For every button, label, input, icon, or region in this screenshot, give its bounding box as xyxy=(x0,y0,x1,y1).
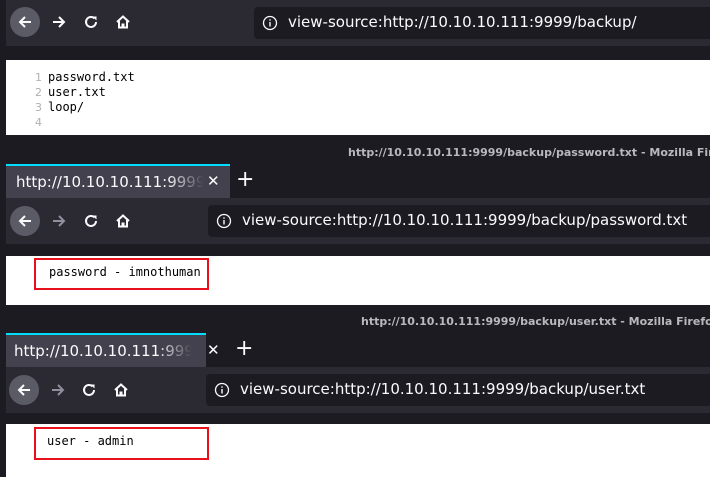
url-text[interactable]: view-source:http://10.10.10.111:9999/bac… xyxy=(288,13,637,31)
line-number: 1 xyxy=(35,71,42,84)
line-number: 2 xyxy=(35,86,42,99)
password-text: password - imnothuman xyxy=(49,265,201,279)
window-title: http://10.10.10.111:9999/backup/user.txt… xyxy=(361,315,710,328)
back-button[interactable] xyxy=(9,375,39,405)
tab-strip: http://10.10.10.111:9999/backup/user.txt… xyxy=(0,333,710,367)
back-button[interactable] xyxy=(10,206,40,236)
forward-button[interactable] xyxy=(44,7,74,37)
tab-close-button[interactable]: ✕ xyxy=(207,169,220,193)
active-tab[interactable]: http://10.10.10.111:9999/backup/user.txt xyxy=(6,333,206,367)
url-bar[interactable]: view-source:http://10.10.10.111:9999/bac… xyxy=(208,205,710,237)
url-bar[interactable]: view-source:http://10.10.10.111:9999/bac… xyxy=(206,374,710,406)
source-line-link[interactable]: loop/ xyxy=(48,100,84,115)
window-edge xyxy=(0,0,6,135)
arrow-right-icon xyxy=(52,384,65,396)
new-tab-button[interactable]: + xyxy=(235,337,253,361)
source-line-link[interactable]: user.txt xyxy=(48,85,106,100)
arrow-left-icon xyxy=(18,16,31,28)
user-text: user - admin xyxy=(47,434,134,448)
reload-button[interactable] xyxy=(76,206,106,236)
home-button[interactable] xyxy=(106,375,136,405)
reload-icon xyxy=(83,383,95,396)
browser-window-user: http://10.10.10.111:9999/backup/user.txt… xyxy=(0,307,710,477)
line-number: 3 xyxy=(35,101,42,114)
home-icon xyxy=(116,214,130,228)
source-line-link[interactable]: password.txt xyxy=(48,70,135,85)
home-icon xyxy=(116,15,130,29)
home-icon xyxy=(114,383,128,397)
forward-button[interactable] xyxy=(43,375,73,405)
arrow-left-icon xyxy=(18,215,31,227)
window-edge xyxy=(0,138,6,305)
back-button[interactable] xyxy=(10,7,40,37)
reload-icon xyxy=(85,214,97,227)
browser-window-password: http://10.10.10.111:9999/backup/password… xyxy=(0,138,710,305)
arrow-right-icon xyxy=(53,215,66,227)
info-icon[interactable] xyxy=(214,382,230,398)
tab-close-button[interactable]: ✕ xyxy=(207,338,220,362)
url-text[interactable]: view-source:http://10.10.10.111:9999/bac… xyxy=(242,211,687,229)
arrow-right-icon xyxy=(53,16,66,28)
tab-strip: http://10.10.10.111:9999/backup/password… xyxy=(0,164,710,198)
navigation-toolbar: view-source:http://10.10.10.111:9999/bac… xyxy=(0,367,710,413)
url-bar[interactable]: view-source:http://10.10.10.111:9999/bac… xyxy=(254,7,710,39)
page-source-content: user - admin xyxy=(6,424,710,477)
page-source-content: 1 2 3 4 password.txt user.txt loop/ xyxy=(6,60,710,135)
reload-icon xyxy=(85,15,97,28)
info-icon[interactable] xyxy=(262,15,278,31)
navigation-toolbar: view-source:http://10.10.10.111:9999/bac… xyxy=(0,0,710,46)
home-button[interactable] xyxy=(108,7,138,37)
window-edge xyxy=(0,307,6,477)
forward-button[interactable] xyxy=(44,206,74,236)
tab-title: http://10.10.10.111:9999/backup/user.txt xyxy=(14,342,192,360)
active-tab[interactable]: http://10.10.10.111:9999/backup/password… xyxy=(6,164,230,198)
line-number: 4 xyxy=(35,116,42,129)
tab-title: http://10.10.10.111:9999/backup/password… xyxy=(16,173,204,191)
reload-button[interactable] xyxy=(76,7,106,37)
window-titlebar: http://10.10.10.111:9999/backup/user.txt… xyxy=(0,307,710,333)
new-tab-button[interactable]: + xyxy=(236,168,254,192)
browser-window-backup-listing: view-source:http://10.10.10.111:9999/bac… xyxy=(0,0,710,135)
info-icon[interactable] xyxy=(216,213,232,229)
reload-button[interactable] xyxy=(74,375,104,405)
page-source-content: password - imnothuman xyxy=(6,256,710,305)
home-button[interactable] xyxy=(108,206,138,236)
window-titlebar: http://10.10.10.111:9999/backup/password… xyxy=(0,138,710,164)
navigation-toolbar: view-source:http://10.10.10.111:9999/bac… xyxy=(0,198,710,244)
window-title: http://10.10.10.111:9999/backup/password… xyxy=(348,146,710,159)
arrow-left-icon xyxy=(17,384,30,396)
url-text[interactable]: view-source:http://10.10.10.111:9999/bac… xyxy=(240,380,645,398)
